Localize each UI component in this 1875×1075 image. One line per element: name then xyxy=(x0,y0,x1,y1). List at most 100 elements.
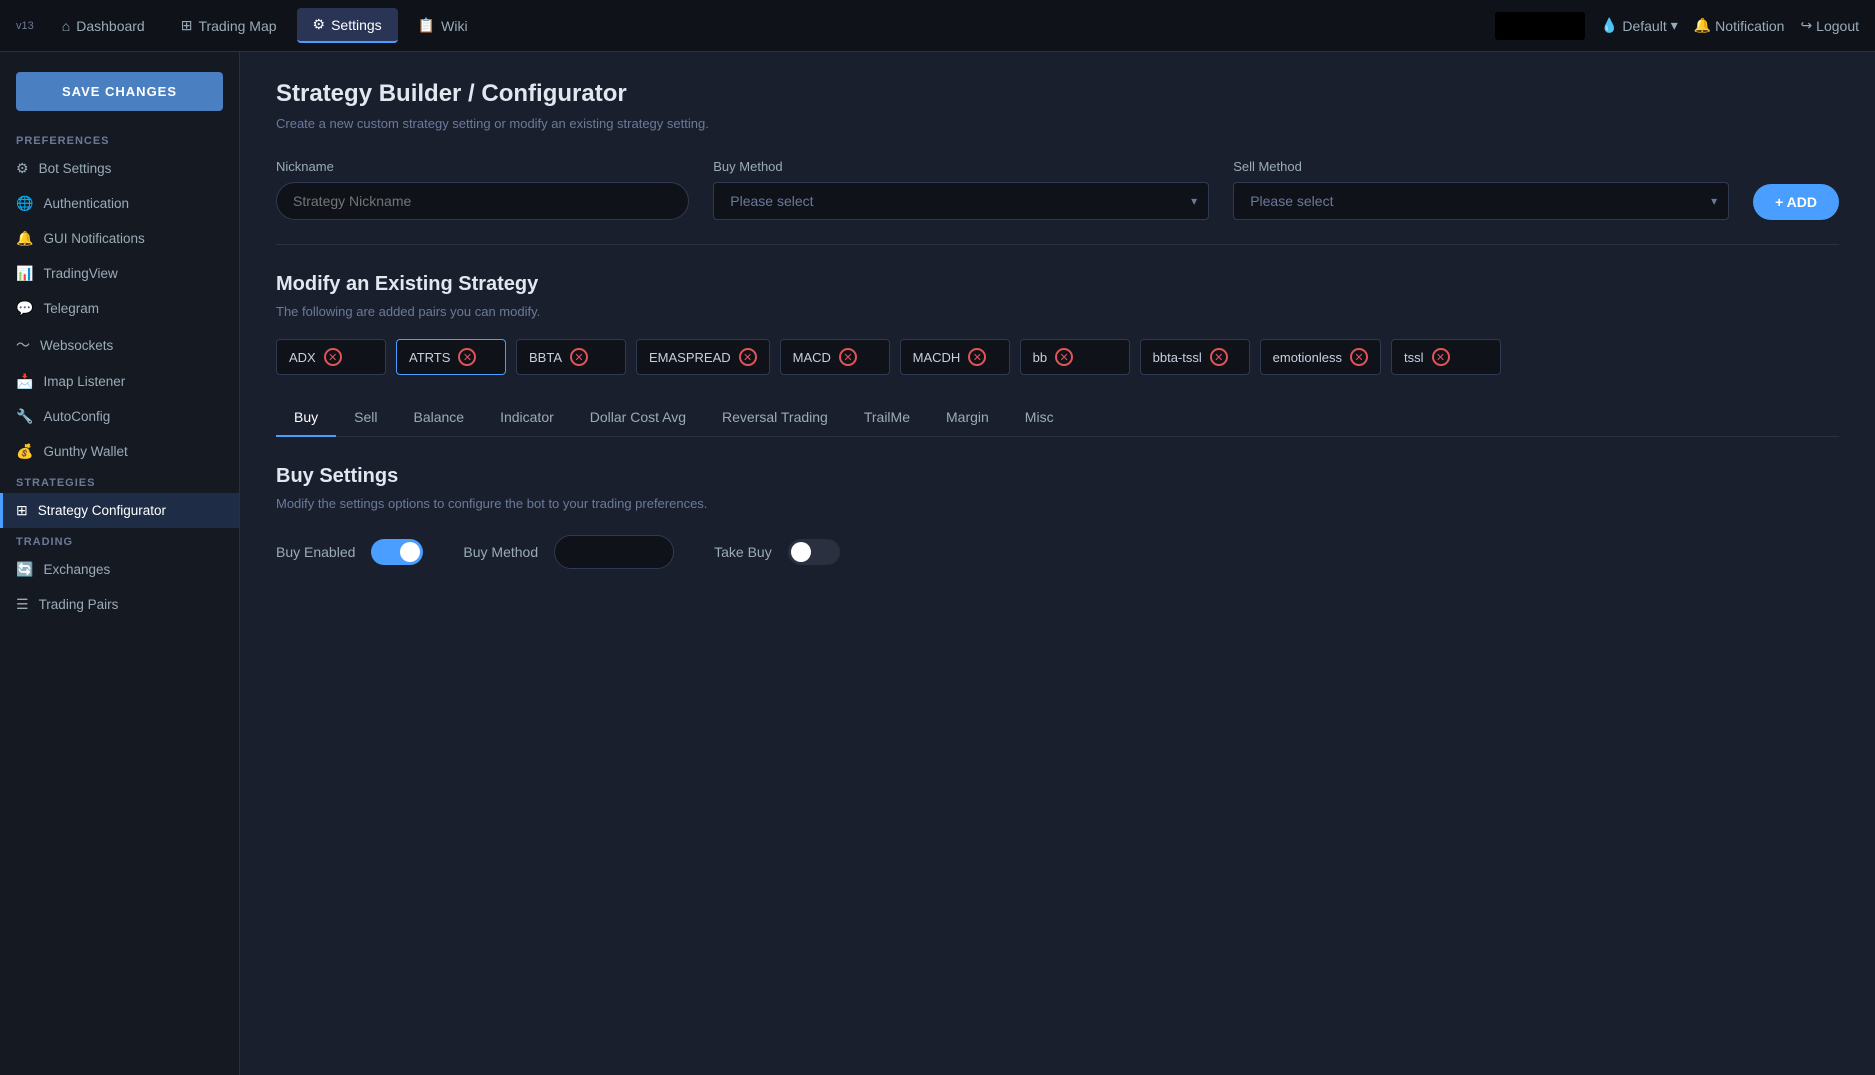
sidebar-item-gui-notifications[interactable]: 🔔 GUI Notifications xyxy=(0,221,239,256)
tag-adx-label: ADX xyxy=(289,350,316,365)
nickname-label: Nickname xyxy=(276,159,689,174)
buy-method-select[interactable]: Please select xyxy=(713,182,1209,220)
buy-settings-subtitle: Modify the settings options to configure… xyxy=(276,496,1839,511)
tab-balance[interactable]: Balance xyxy=(395,399,482,437)
sidebar-item-strategy-configurator[interactable]: ⊞ Strategy Configurator xyxy=(0,493,239,528)
globe-icon: 🌐 xyxy=(16,195,33,212)
buy-settings-title: Buy Settings xyxy=(276,465,1839,488)
tab-misc[interactable]: Misc xyxy=(1007,399,1072,437)
section-divider xyxy=(276,244,1839,245)
buy-enabled-toggle[interactable] xyxy=(371,539,423,565)
buy-settings-row: Buy Enabled Buy Method ATRTS Take Buy xyxy=(276,535,1839,569)
tag-macd[interactable]: MACD ✕ xyxy=(780,339,890,375)
tag-bb-remove[interactable]: ✕ xyxy=(1055,348,1073,366)
sidebar-item-tradingview[interactable]: 📊 TradingView xyxy=(0,256,239,291)
sidebar-item-telegram[interactable]: 💬 Telegram xyxy=(0,291,239,326)
nav-wiki[interactable]: 📋 Wiki xyxy=(402,9,484,42)
buy-method-value-input[interactable]: ATRTS xyxy=(554,535,674,569)
modify-section-subtitle: The following are added pairs you can mo… xyxy=(276,304,1839,319)
tag-macdh[interactable]: MACDH ✕ xyxy=(900,339,1010,375)
wiki-icon: 📋 xyxy=(418,17,435,34)
sell-method-label: Sell Method xyxy=(1233,159,1729,174)
sell-method-group: Sell Method Please select ▾ xyxy=(1233,159,1729,220)
top-navigation: v13 ⌂ Dashboard ⊞ Trading Map ⚙ Settings… xyxy=(0,0,1875,52)
sidebar-item-imap-listener[interactable]: 📩 Imap Listener xyxy=(0,364,239,399)
buy-enabled-label: Buy Enabled xyxy=(276,544,355,560)
bell-icon: 🔔 xyxy=(16,230,33,247)
tag-bbta-remove[interactable]: ✕ xyxy=(570,348,588,366)
websocket-icon: 〜 xyxy=(16,335,30,355)
exchange-icon: 🔄 xyxy=(16,561,33,578)
tab-buy[interactable]: Buy xyxy=(276,399,336,437)
nav-right-area: 💧 Default ▾ 🔔 Notification ↪ Logout xyxy=(1495,12,1859,40)
nickname-group: Nickname xyxy=(276,159,689,220)
nav-dashboard[interactable]: ⌂ Dashboard xyxy=(46,10,161,42)
tag-emaspread[interactable]: EMASPREAD ✕ xyxy=(636,339,770,375)
take-buy-toggle[interactable] xyxy=(788,539,840,565)
nav-settings[interactable]: ⚙ Settings xyxy=(297,8,398,43)
user-avatar-box xyxy=(1495,12,1585,40)
home-icon: ⌂ xyxy=(62,18,70,34)
sell-method-select[interactable]: Please select xyxy=(1233,182,1729,220)
sidebar: SAVE CHANGES Preferences ⚙ Bot Settings … xyxy=(0,52,240,1075)
tab-reversal-trading[interactable]: Reversal Trading xyxy=(704,399,846,437)
modify-section-title: Modify an Existing Strategy xyxy=(276,273,1839,296)
tab-dollar-cost-avg[interactable]: Dollar Cost Avg xyxy=(572,399,704,437)
sidebar-item-trading-pairs[interactable]: ☰ Trading Pairs xyxy=(0,587,239,622)
settings-tabs: Buy Sell Balance Indicator Dollar Cost A… xyxy=(276,399,1839,437)
sidebar-item-bot-settings[interactable]: ⚙ Bot Settings xyxy=(0,151,239,186)
add-strategy-button[interactable]: + ADD xyxy=(1753,184,1839,220)
grid-icon: ⊞ xyxy=(181,17,193,34)
droplet-icon: 💧 xyxy=(1601,17,1618,34)
sidebar-item-exchanges[interactable]: 🔄 Exchanges xyxy=(0,552,239,587)
preferences-section-label: Preferences xyxy=(0,127,239,151)
nickname-input[interactable] xyxy=(276,182,689,220)
nav-logout[interactable]: ↪ Logout xyxy=(1800,17,1859,34)
buy-method-select-wrapper: Please select ▾ xyxy=(713,182,1209,220)
tag-macd-remove[interactable]: ✕ xyxy=(839,348,857,366)
tab-margin[interactable]: Margin xyxy=(928,399,1007,437)
logout-icon: ↪ xyxy=(1800,17,1812,34)
tag-adx-remove[interactable]: ✕ xyxy=(324,348,342,366)
tag-bbta-tssl-remove[interactable]: ✕ xyxy=(1210,348,1228,366)
take-buy-setting: Take Buy xyxy=(714,539,840,565)
nav-default-dropdown[interactable]: 💧 Default ▾ xyxy=(1601,17,1678,34)
tab-indicator[interactable]: Indicator xyxy=(482,399,572,437)
nav-trading-map[interactable]: ⊞ Trading Map xyxy=(165,9,293,42)
tag-macdh-remove[interactable]: ✕ xyxy=(968,348,986,366)
sidebar-item-autoconfig[interactable]: 🔧 AutoConfig xyxy=(0,399,239,434)
nav-notification[interactable]: 🔔 Notification xyxy=(1694,17,1785,34)
buy-enabled-setting: Buy Enabled xyxy=(276,539,423,565)
wrench-icon: 🔧 xyxy=(16,408,33,425)
tag-tssl-label: tssl xyxy=(1404,350,1424,365)
tag-bbta-tssl[interactable]: bbta-tssl ✕ xyxy=(1140,339,1250,375)
tag-emotionless-remove[interactable]: ✕ xyxy=(1350,348,1368,366)
telegram-icon: 💬 xyxy=(16,300,33,317)
tab-trailme[interactable]: TrailMe xyxy=(846,399,928,437)
tag-bbta[interactable]: BBTA ✕ xyxy=(516,339,626,375)
tag-bb[interactable]: bb ✕ xyxy=(1020,339,1130,375)
tag-emaspread-remove[interactable]: ✕ xyxy=(739,348,757,366)
buy-method-label: Buy Method xyxy=(713,159,1209,174)
tag-adx[interactable]: ADX ✕ xyxy=(276,339,386,375)
tag-tssl[interactable]: tssl ✕ xyxy=(1391,339,1501,375)
save-changes-button[interactable]: SAVE CHANGES xyxy=(16,72,223,111)
settings-icon: ⚙ xyxy=(313,16,326,33)
tag-atrts[interactable]: ATRTS ✕ xyxy=(396,339,506,375)
take-buy-thumb xyxy=(791,542,811,562)
tab-sell[interactable]: Sell xyxy=(336,399,395,437)
wallet-icon: 💰 xyxy=(16,443,33,460)
sell-method-select-wrapper: Please select ▾ xyxy=(1233,182,1729,220)
tag-emaspread-label: EMASPREAD xyxy=(649,350,731,365)
strategy-icon: ⊞ xyxy=(16,502,28,519)
pairs-icon: ☰ xyxy=(16,596,29,613)
sidebar-item-authentication[interactable]: 🌐 Authentication xyxy=(0,186,239,221)
main-layout: SAVE CHANGES Preferences ⚙ Bot Settings … xyxy=(0,52,1875,1075)
tag-tssl-remove[interactable]: ✕ xyxy=(1432,348,1450,366)
strategies-section-label: Strategies xyxy=(0,469,239,493)
buy-method-setting: Buy Method ATRTS xyxy=(463,535,674,569)
tag-atrts-remove[interactable]: ✕ xyxy=(458,348,476,366)
sidebar-item-gunthy-wallet[interactable]: 💰 Gunthy Wallet xyxy=(0,434,239,469)
tag-emotionless[interactable]: emotionless ✕ xyxy=(1260,339,1381,375)
sidebar-item-websockets[interactable]: 〜 Websockets xyxy=(0,326,239,364)
